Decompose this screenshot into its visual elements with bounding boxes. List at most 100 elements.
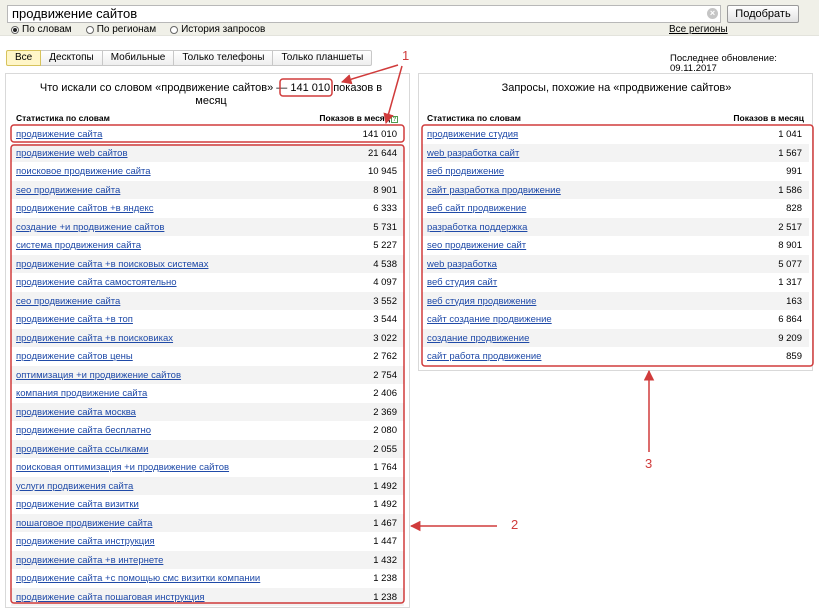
query-link[interactable]: сео продвижение сайта (16, 296, 120, 307)
query-link[interactable]: seo продвижение сайт (427, 240, 526, 251)
query-link[interactable]: поисковая оптимизация +и продвижение сай… (16, 462, 229, 473)
query-link[interactable]: продвижение web сайтов (16, 148, 128, 159)
query-link[interactable]: web разработка сайт (427, 148, 519, 159)
query-link[interactable]: продвижение сайта +в поисковых системах (16, 259, 208, 270)
query-link[interactable]: создание продвижение (427, 333, 529, 344)
column-header-query: Статистика по словам (16, 113, 110, 123)
mode-history-radio[interactable]: История запросов (170, 25, 265, 35)
query-link[interactable]: разработка поддержка (427, 222, 527, 233)
table-row: продвижение сайта москва 2 369 (11, 402, 404, 421)
column-header-count: Показов в месяц (733, 113, 804, 123)
query-link[interactable]: продвижение сайта визитки (16, 499, 139, 510)
query-link[interactable]: веб студия продвижение (427, 296, 536, 307)
table-row: оптимизация +и продвижение сайтов 2 754 (11, 365, 404, 384)
tab-mobile[interactable]: Мобильные (102, 50, 175, 66)
impressions-count: 1 567 (778, 147, 802, 159)
tab-phones-only[interactable]: Только телефоны (174, 50, 274, 66)
query-link[interactable]: создание +и продвижение сайтов (16, 222, 164, 233)
query-link[interactable]: продвижение сайта бесплатно (16, 425, 151, 436)
query-link[interactable]: продвижение студия (427, 129, 518, 140)
impressions-count: 2 406 (373, 388, 397, 399)
query-link[interactable]: услуги продвижения сайта (16, 481, 133, 492)
table-row: продвижение сайта самостоятельно 4 097 (11, 273, 404, 291)
annotation-label-3: 3 (645, 456, 653, 471)
query-link[interactable]: продвижение сайта +в поисковиках (16, 333, 173, 344)
tab-desktops[interactable]: Десктопы (41, 50, 103, 66)
impressions-count: 1 492 (373, 499, 397, 510)
query-link[interactable]: веб продвижение (427, 166, 504, 177)
title-suffix: показов в (333, 82, 383, 94)
table-row: услуги продвижения сайта 1 492 (11, 476, 404, 495)
table-row: пошаговое продвижение сайта 1 467 (11, 513, 404, 532)
table-row: продвижение сайта ссылками 2 055 (11, 439, 404, 458)
query-link[interactable]: пошаговое продвижение сайта (16, 518, 152, 529)
table-row: веб продвижение 991 (422, 162, 809, 180)
title-prefix: Что искали со словом «продвижение сайтов… (39, 82, 288, 94)
impressions-count: 8 901 (373, 184, 397, 196)
help-icon[interactable]: ? (391, 116, 398, 123)
impressions-count: 991 (786, 166, 802, 177)
tab-all[interactable]: Все (6, 50, 42, 66)
table-row: web разработка 5 077 (422, 254, 809, 273)
query-link[interactable]: оптимизация +и продвижение сайтов (16, 370, 181, 381)
query-link[interactable]: продвижение сайта инструкция (16, 536, 155, 547)
impressions-count: 1 586 (778, 184, 802, 196)
impressions-count: 2 754 (373, 369, 397, 381)
radio-dot (170, 26, 179, 34)
query-link[interactable]: веб сайт продвижение (427, 203, 526, 214)
radio-dot (11, 26, 19, 34)
impressions-count: 10 945 (367, 166, 397, 177)
query-link[interactable]: веб студия сайт (427, 277, 497, 288)
table-row: продвижение сайтов +в яндекс 6 333 (11, 199, 404, 217)
column-header-count-label: Показов в месяц (319, 113, 390, 123)
column-header-count: Показов в месяц? (319, 114, 398, 123)
query-link[interactable]: web разработка (427, 259, 497, 270)
query-link[interactable]: компания продвижение сайта (16, 388, 147, 399)
mode-by-regions-radio[interactable]: По регионам (85, 24, 157, 35)
query-link[interactable]: продвижение сайта +в интернете (16, 555, 163, 566)
impressions-count: 3 552 (373, 295, 397, 307)
table-row: сайт разработка продвижение 1 586 (422, 180, 809, 199)
query-link[interactable]: сайт работа продвижение (427, 351, 541, 362)
impressions-count: 21 644 (367, 147, 397, 159)
query-link[interactable]: продвижение сайтов цены (16, 351, 133, 362)
query-link[interactable]: seo продвижение сайта (16, 185, 120, 196)
table-row: продвижение сайта +с помощью смс визитки… (11, 569, 404, 587)
all-regions-link[interactable]: Все регионы (669, 25, 728, 35)
impressions-count: 1 764 (373, 462, 397, 473)
table-row: web разработка сайт 1 567 (422, 143, 809, 162)
annotation-label-2: 2 (511, 517, 519, 532)
table-row: создание продвижение 9 209 (422, 328, 809, 347)
impressions-count: 5 227 (373, 240, 397, 251)
query-link[interactable]: сайт создание продвижение (427, 314, 552, 325)
query-link[interactable]: продвижение сайта (16, 129, 102, 140)
table-row: сайт создание продвижение 6 864 (422, 310, 809, 328)
word-stats-title: Что искали со словом «продвижение сайтов… (21, 82, 401, 108)
mode-label: По регионам (96, 24, 157, 35)
impressions-count: 1 492 (373, 480, 397, 492)
impressions-count: 9 209 (778, 332, 802, 344)
impressions-count: 859 (786, 351, 802, 362)
impressions-count: 1 238 (373, 573, 397, 584)
tab-tablets-only[interactable]: Только планшеты (273, 50, 373, 66)
submit-button[interactable]: Подобрать (727, 5, 799, 23)
query-link[interactable]: поисковое продвижение сайта (16, 166, 151, 177)
table-row: система продвижения сайта 5 227 (11, 236, 404, 254)
close-icon[interactable]: × (707, 8, 718, 19)
query-link[interactable]: продвижение сайта москва (16, 407, 136, 418)
table-row: продвижение сайта +в топ 3 544 (11, 310, 404, 328)
query-link[interactable]: система продвижения сайта (16, 240, 141, 251)
impressions-count: 163 (786, 295, 802, 307)
search-input[interactable]: продвижение сайтов (7, 5, 721, 23)
query-link[interactable]: сайт разработка продвижение (427, 185, 561, 196)
table-row: продвижение сайта +в поисковых системах 4… (11, 254, 404, 273)
mode-by-words-radio[interactable]: По словам (11, 25, 72, 35)
search-mode-group: По словам По регионам История запросов (11, 25, 279, 35)
query-link[interactable]: продвижение сайта ссылками (16, 444, 148, 455)
query-link[interactable]: продвижение сайтов +в яндекс (16, 203, 154, 214)
query-link[interactable]: продвижение сайта пошаговая инструкция (16, 592, 205, 603)
radio-dot (85, 26, 94, 34)
query-link[interactable]: продвижение сайта +в топ (16, 314, 133, 325)
query-link[interactable]: продвижение сайта +с помощью смс визитки… (16, 573, 260, 584)
query-link[interactable]: продвижение сайта самостоятельно (16, 277, 177, 288)
